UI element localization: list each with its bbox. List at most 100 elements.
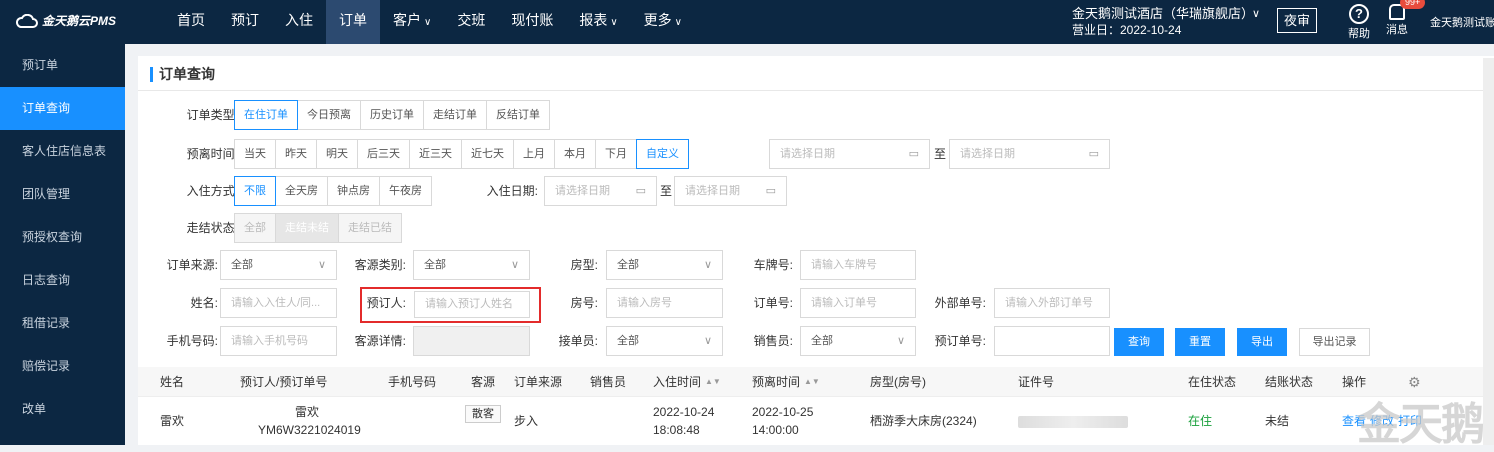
nav-item-4[interactable]: 客户 ∨: [380, 0, 444, 44]
messages-button[interactable]: 99+ 消息: [1382, 0, 1426, 37]
export-button[interactable]: 导出: [1237, 328, 1287, 356]
order-type-option-1[interactable]: 今日预离: [297, 100, 361, 130]
vertical-scrollbar[interactable]: [1483, 58, 1494, 445]
column-header-10: 在住状态: [1188, 375, 1237, 389]
nav-item-3[interactable]: 订单: [326, 0, 380, 44]
order-type-option-4[interactable]: 反结订单: [486, 100, 550, 130]
sidebar-item-5[interactable]: 日志查询: [0, 259, 125, 302]
departure-time-option-1[interactable]: 昨天: [275, 139, 317, 169]
app-logo[interactable]: 金天鹅云PMS: [16, 12, 116, 29]
order-type-option-2[interactable]: 历史订单: [360, 100, 424, 130]
room-type-label: 房型:: [570, 258, 598, 272]
checkin-mode-option-0[interactable]: 不限: [234, 176, 276, 206]
nav-item-label: 客户: [393, 12, 421, 28]
departure-time-option-4[interactable]: 近三天: [409, 139, 462, 169]
departure-start-placeholder: 请选择日期: [780, 148, 835, 160]
order-type-option-3[interactable]: 走结订单: [423, 100, 487, 130]
room-no-label: 房号:: [570, 296, 598, 310]
sort-icon[interactable]: ▲▼: [804, 367, 820, 397]
checkout-status-option-1: 走结未结: [275, 213, 339, 243]
receiver-select[interactable]: 全部 ∨: [606, 326, 723, 356]
order-no-input[interactable]: 请输入订单号: [800, 288, 916, 318]
room-no-input[interactable]: 请输入房号: [606, 288, 723, 318]
nav-item-7[interactable]: 报表 ∨: [566, 0, 630, 44]
departure-time-option-6[interactable]: 上月: [513, 139, 555, 169]
nav-item-label: 交班: [457, 12, 486, 28]
plate-no-input[interactable]: 请输入车牌号: [800, 250, 916, 280]
guest-source-type-select[interactable]: 全部 ∨: [413, 250, 530, 280]
order-no-label: 订单号:: [753, 296, 793, 310]
nav-item-1[interactable]: 预订: [218, 0, 272, 44]
export-log-button[interactable]: 导出记录: [1299, 328, 1370, 356]
booking-no-input[interactable]: [994, 326, 1110, 356]
checkin-mode-option-1[interactable]: 全天房: [275, 176, 328, 206]
external-no-placeholder: 请输入外部订单号: [1005, 297, 1093, 309]
checkin-start-date[interactable]: 请选择日期 ▭: [544, 176, 657, 206]
departure-end-date[interactable]: 请选择日期 ▭: [949, 139, 1110, 169]
sidebar-item-0[interactable]: 预订单: [0, 44, 125, 87]
nav-item-6[interactable]: 现付账: [498, 0, 566, 44]
hotel-selector[interactable]: 金天鹅测试酒店（华瑞旗舰店） 营业日：2022-10-24 ∨: [1072, 5, 1260, 39]
departure-time-option-5[interactable]: 近七天: [461, 139, 514, 169]
calendar-icon: ▭: [908, 148, 919, 160]
external-no-label: 外部单号:: [934, 296, 986, 310]
order-type-option-0[interactable]: 在住订单: [234, 100, 298, 130]
sidebar-item-2[interactable]: 客人住店信息表: [0, 130, 125, 173]
phone-input[interactable]: 请输入手机号码: [220, 326, 337, 356]
order-source-value: 全部: [231, 259, 253, 271]
query-button[interactable]: 查询: [1114, 328, 1164, 356]
checkin-mode-option-2[interactable]: 钟点房: [327, 176, 380, 206]
name-input[interactable]: 请输入入住人/同...: [220, 288, 337, 318]
booker-input[interactable]: 请输入预订人姓名: [414, 291, 530, 318]
salesperson-select[interactable]: 全部 ∨: [800, 326, 916, 356]
chevron-down-icon: ∨: [703, 259, 712, 271]
booker-label: 预订人:: [366, 296, 406, 310]
room-cell: 栖游季大床房(2324): [870, 414, 977, 428]
salesperson-value: 全部: [811, 335, 833, 347]
nav-item-label: 订单: [339, 12, 367, 28]
nav-item-label: 预订: [231, 12, 259, 28]
sort-icon[interactable]: ▲▼: [705, 367, 721, 397]
checkout-status-label: 走结状态:: [186, 221, 238, 235]
sidebar-item-3[interactable]: 团队管理: [0, 173, 125, 216]
external-no-input[interactable]: 请输入外部订单号: [994, 288, 1110, 318]
column-header-7[interactable]: 预离时间: [752, 367, 800, 397]
user-menu[interactable]: 金天鹅测试账: [1430, 14, 1494, 30]
column-header-2: 手机号码: [388, 375, 437, 389]
departure-time-option-2[interactable]: 明天: [316, 139, 358, 169]
sidebar-item-1[interactable]: 订单查询: [0, 87, 125, 130]
nav-item-0[interactable]: 首页: [164, 0, 218, 44]
departure-time-option-9[interactable]: 自定义: [636, 139, 689, 169]
order-source-select[interactable]: 全部 ∨: [220, 250, 337, 280]
sidebar-item-6[interactable]: 租借记录: [0, 302, 125, 345]
departure-time: 14:00:00: [752, 423, 799, 437]
sidebar-item-8[interactable]: 改单: [0, 388, 125, 431]
nav-item-5[interactable]: 交班: [444, 0, 498, 44]
checkin-mode-option-3[interactable]: 午夜房: [379, 176, 432, 206]
help-icon: ?: [1349, 4, 1369, 24]
column-header-6[interactable]: 入住时间: [653, 367, 701, 397]
room-type-select[interactable]: 全部 ∨: [606, 250, 723, 280]
help-button[interactable]: ? 帮助: [1344, 4, 1374, 41]
reset-button[interactable]: 重置: [1175, 328, 1225, 356]
departure-time-option-8[interactable]: 下月: [595, 139, 637, 169]
settle-status: 未结: [1265, 414, 1290, 428]
checkin-end-date[interactable]: 请选择日期 ▭: [674, 176, 787, 206]
table-row[interactable]: 雷欢 雷欢 YM6W3221024019 散客 步入 2022-10-24 18:08:48…: [138, 397, 1483, 445]
departure-time-option-3[interactable]: 后三天: [357, 139, 410, 169]
booker-placeholder: 请输入预订人姓名: [425, 298, 513, 310]
nav-item-2[interactable]: 入住: [272, 0, 326, 44]
guest-source-type-label: 客源类别:: [354, 258, 406, 272]
column-header-5: 销售员: [590, 375, 627, 389]
checkout-status-group: 全部 走结未结 走结已结: [234, 213, 402, 243]
checkin-range-separator: 至: [660, 184, 673, 198]
sidebar-item-7[interactable]: 赔偿记录: [0, 345, 125, 388]
departure-start-date[interactable]: 请选择日期 ▭: [769, 139, 930, 169]
departure-time-option-7[interactable]: 本月: [554, 139, 596, 169]
night-audit-button[interactable]: 夜审: [1277, 8, 1317, 33]
sidebar-item-4[interactable]: 预授权查询: [0, 216, 125, 259]
nav-item-8[interactable]: 更多 ∨: [631, 0, 695, 44]
salesperson-label: 销售员:: [753, 334, 793, 348]
main-nav: 首页 预订 入住 订单 客户 ∨ 交班 现付账 报表 ∨ 更多 ∨: [164, 0, 695, 44]
departure-time-option-0[interactable]: 当天: [234, 139, 276, 169]
